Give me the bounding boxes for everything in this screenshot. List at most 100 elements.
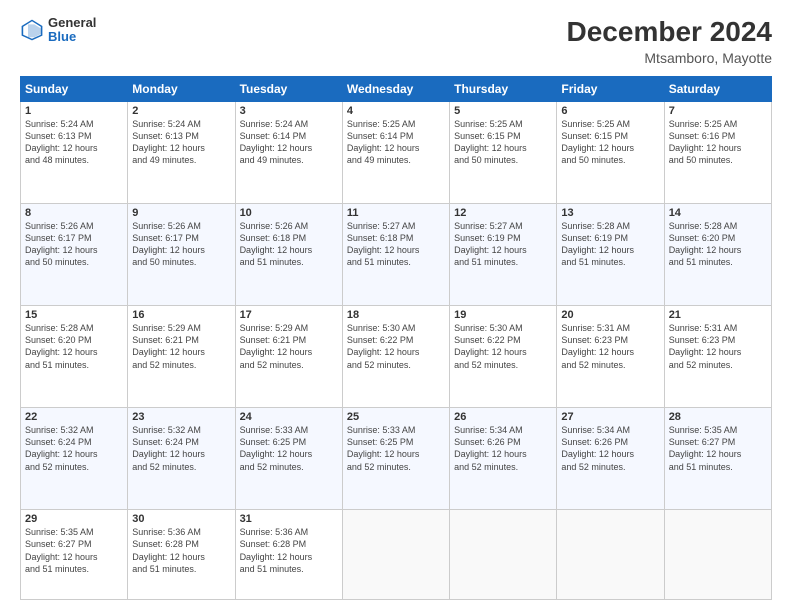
day-info: Sunrise: 5:27 AMSunset: 6:18 PMDaylight:… — [347, 220, 445, 269]
day-number: 6 — [561, 105, 659, 117]
day-info: Sunrise: 5:35 AMSunset: 6:27 PMDaylight:… — [25, 526, 123, 575]
calendar-cell: 7Sunrise: 5:25 AMSunset: 6:16 PMDaylight… — [664, 102, 771, 204]
day-info: Sunrise: 5:26 AMSunset: 6:17 PMDaylight:… — [25, 220, 123, 269]
day-number: 19 — [454, 309, 552, 321]
col-friday: Friday — [557, 77, 664, 102]
page: General Blue December 2024 Mtsamboro, Ma… — [0, 0, 792, 612]
calendar-cell: 30Sunrise: 5:36 AMSunset: 6:28 PMDayligh… — [128, 510, 235, 600]
calendar-cell: 20Sunrise: 5:31 AMSunset: 6:23 PMDayligh… — [557, 306, 664, 408]
day-number: 4 — [347, 105, 445, 117]
day-info: Sunrise: 5:27 AMSunset: 6:19 PMDaylight:… — [454, 220, 552, 269]
day-info: Sunrise: 5:28 AMSunset: 6:19 PMDaylight:… — [561, 220, 659, 269]
day-info: Sunrise: 5:26 AMSunset: 6:18 PMDaylight:… — [240, 220, 338, 269]
main-title: December 2024 — [567, 16, 772, 48]
header: General Blue December 2024 Mtsamboro, Ma… — [20, 16, 772, 66]
calendar-cell: 22Sunrise: 5:32 AMSunset: 6:24 PMDayligh… — [21, 408, 128, 510]
day-number: 15 — [25, 309, 123, 321]
day-info: Sunrise: 5:28 AMSunset: 6:20 PMDaylight:… — [25, 322, 123, 371]
day-info: Sunrise: 5:28 AMSunset: 6:20 PMDaylight:… — [669, 220, 767, 269]
day-info: Sunrise: 5:25 AMSunset: 6:15 PMDaylight:… — [561, 118, 659, 167]
calendar-cell: 4Sunrise: 5:25 AMSunset: 6:14 PMDaylight… — [342, 102, 449, 204]
day-number: 2 — [132, 105, 230, 117]
day-number: 24 — [240, 411, 338, 423]
calendar-cell: 25Sunrise: 5:33 AMSunset: 6:25 PMDayligh… — [342, 408, 449, 510]
day-number: 5 — [454, 105, 552, 117]
col-saturday: Saturday — [664, 77, 771, 102]
calendar-cell: 9Sunrise: 5:26 AMSunset: 6:17 PMDaylight… — [128, 204, 235, 306]
day-number: 25 — [347, 411, 445, 423]
day-info: Sunrise: 5:25 AMSunset: 6:15 PMDaylight:… — [454, 118, 552, 167]
calendar-cell: 5Sunrise: 5:25 AMSunset: 6:15 PMDaylight… — [450, 102, 557, 204]
day-number: 23 — [132, 411, 230, 423]
title-block: December 2024 Mtsamboro, Mayotte — [567, 16, 772, 66]
day-info: Sunrise: 5:34 AMSunset: 6:26 PMDaylight:… — [561, 424, 659, 473]
day-number: 21 — [669, 309, 767, 321]
day-number: 7 — [669, 105, 767, 117]
day-number: 14 — [669, 207, 767, 219]
day-info: Sunrise: 5:25 AMSunset: 6:16 PMDaylight:… — [669, 118, 767, 167]
logo: General Blue — [20, 16, 96, 45]
day-info: Sunrise: 5:33 AMSunset: 6:25 PMDaylight:… — [347, 424, 445, 473]
day-info: Sunrise: 5:24 AMSunset: 6:13 PMDaylight:… — [132, 118, 230, 167]
day-number: 3 — [240, 105, 338, 117]
day-info: Sunrise: 5:29 AMSunset: 6:21 PMDaylight:… — [240, 322, 338, 371]
day-number: 16 — [132, 309, 230, 321]
day-info: Sunrise: 5:30 AMSunset: 6:22 PMDaylight:… — [454, 322, 552, 371]
day-info: Sunrise: 5:34 AMSunset: 6:26 PMDaylight:… — [454, 424, 552, 473]
day-info: Sunrise: 5:24 AMSunset: 6:14 PMDaylight:… — [240, 118, 338, 167]
day-number: 11 — [347, 207, 445, 219]
logo-icon — [20, 18, 44, 42]
day-number: 27 — [561, 411, 659, 423]
day-number: 22 — [25, 411, 123, 423]
calendar-table: Sunday Monday Tuesday Wednesday Thursday… — [20, 76, 772, 600]
col-thursday: Thursday — [450, 77, 557, 102]
calendar-week-4: 22 Sunrise: 5:32 AMSunset: 6:24 PMDayligh… — [21, 408, 772, 510]
calendar-cell: 19Sunrise: 5:30 AMSunset: 6:22 PMDayligh… — [450, 306, 557, 408]
day-info: Sunrise: 5:32 AMSunset: 6:24 PMDaylight:… — [132, 424, 230, 473]
calendar-week-3: 15Sunrise: 5:28 AMSunset: 6:20 PMDayligh… — [21, 306, 772, 408]
day-info: Sunrise: 5:31 AMSunset: 6:23 PMDaylight:… — [669, 322, 767, 371]
calendar-header-row: Sunday Monday Tuesday Wednesday Thursday… — [21, 77, 772, 102]
calendar-cell: 10Sunrise: 5:26 AMSunset: 6:18 PMDayligh… — [235, 204, 342, 306]
calendar-cell: 6Sunrise: 5:25 AMSunset: 6:15 PMDaylight… — [557, 102, 664, 204]
day-info: Sunrise: 5:31 AMSunset: 6:23 PMDaylight:… — [561, 322, 659, 371]
calendar-cell: 16Sunrise: 5:29 AMSunset: 6:21 PMDayligh… — [128, 306, 235, 408]
calendar-cell: 18Sunrise: 5:30 AMSunset: 6:22 PMDayligh… — [342, 306, 449, 408]
calendar-cell: 12Sunrise: 5:27 AMSunset: 6:19 PMDayligh… — [450, 204, 557, 306]
calendar-cell — [664, 510, 771, 600]
day-number: 31 — [240, 513, 338, 525]
calendar-cell — [557, 510, 664, 600]
day-info: Sunrise: 5:25 AMSunset: 6:14 PMDaylight:… — [347, 118, 445, 167]
calendar-week-5: 29Sunrise: 5:35 AMSunset: 6:27 PMDayligh… — [21, 510, 772, 600]
day-info: Sunrise: 5:26 AMSunset: 6:17 PMDaylight:… — [132, 220, 230, 269]
calendar-cell: 14Sunrise: 5:28 AMSunset: 6:20 PMDayligh… — [664, 204, 771, 306]
day-number: 29 — [25, 513, 123, 525]
calendar-cell: 2Sunrise: 5:24 AMSunset: 6:13 PMDaylight… — [128, 102, 235, 204]
day-info: Sunrise: 5:36 AMSunset: 6:28 PMDaylight:… — [240, 526, 338, 575]
calendar-cell: 31Sunrise: 5:36 AMSunset: 6:28 PMDayligh… — [235, 510, 342, 600]
calendar-cell: 8Sunrise: 5:26 AMSunset: 6:17 PMDaylight… — [21, 204, 128, 306]
day-number: 20 — [561, 309, 659, 321]
col-sunday: Sunday — [21, 77, 128, 102]
day-info: Sunrise: 5:33 AMSunset: 6:25 PMDaylight:… — [240, 424, 338, 473]
day-info: Sunrise: 5:36 AMSunset: 6:28 PMDaylight:… — [132, 526, 230, 575]
day-number: 1 — [25, 105, 123, 117]
day-number: 17 — [240, 309, 338, 321]
calendar-cell: 21Sunrise: 5:31 AMSunset: 6:23 PMDayligh… — [664, 306, 771, 408]
subtitle: Mtsamboro, Mayotte — [567, 50, 772, 66]
logo-general-text: General — [48, 16, 96, 30]
calendar-cell: 26Sunrise: 5:34 AMSunset: 6:26 PMDayligh… — [450, 408, 557, 510]
day-number: 9 — [132, 207, 230, 219]
day-info: Sunrise: 5:35 AMSunset: 6:27 PMDaylight:… — [669, 424, 767, 473]
calendar-cell — [450, 510, 557, 600]
day-number: 12 — [454, 207, 552, 219]
day-number: 10 — [240, 207, 338, 219]
calendar-cell — [342, 510, 449, 600]
col-monday: Monday — [128, 77, 235, 102]
day-info: Sunrise: 5:29 AMSunset: 6:21 PMDaylight:… — [132, 322, 230, 371]
calendar-cell: 17Sunrise: 5:29 AMSunset: 6:21 PMDayligh… — [235, 306, 342, 408]
day-info: Sunrise: 5:30 AMSunset: 6:22 PMDaylight:… — [347, 322, 445, 371]
day-number: 18 — [347, 309, 445, 321]
calendar-cell: 23Sunrise: 5:32 AMSunset: 6:24 PMDayligh… — [128, 408, 235, 510]
day-number: 30 — [132, 513, 230, 525]
